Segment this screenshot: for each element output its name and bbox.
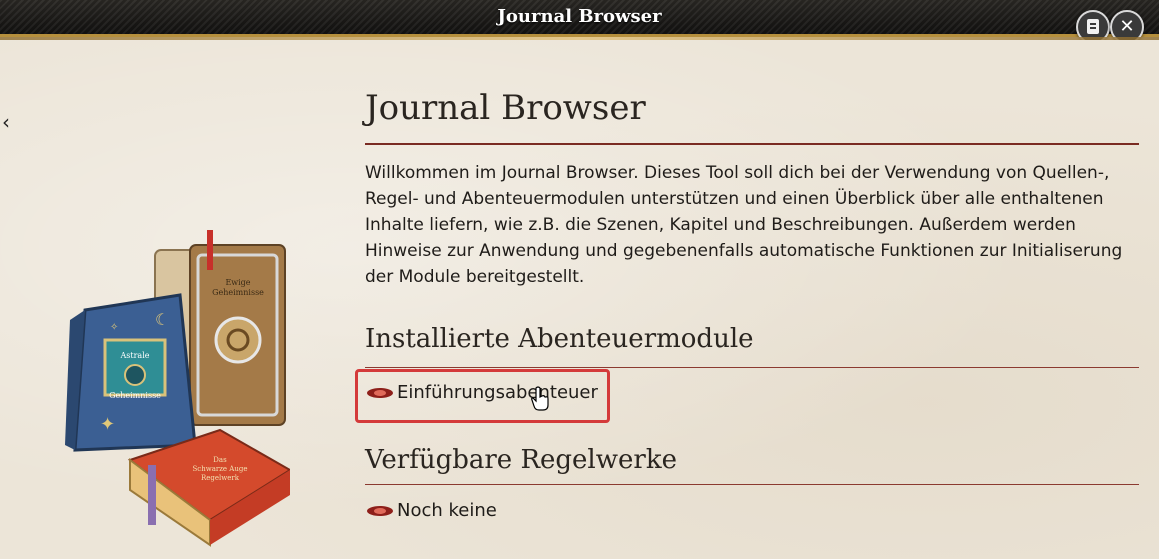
eye-icon — [367, 505, 393, 516]
svg-text:Das: Das — [213, 456, 227, 464]
close-icon[interactable]: ✕ — [1110, 10, 1144, 44]
chevron-left-icon[interactable]: ‹ — [2, 110, 10, 134]
rulebook-label: Noch keine — [397, 500, 497, 521]
svg-text:Ewige: Ewige — [225, 278, 250, 287]
svg-text:✧: ✧ — [110, 322, 118, 333]
blue-book-icon: Astrale Geheimnisse ✦ ☾ ✧ — [65, 293, 197, 452]
journal-content: ‹ Ewige Geheimnisse Astrale Geheimnisse … — [0, 40, 1159, 559]
adventures-divider — [365, 367, 1139, 368]
hand-cursor-icon — [531, 386, 549, 411]
svg-text:☾: ☾ — [155, 310, 169, 329]
selection-highlight — [355, 369, 610, 423]
title-divider — [365, 143, 1139, 145]
books-illustration: Ewige Geheimnisse Astrale Geheimnisse ✦ … — [65, 230, 290, 547]
svg-text:Astrale: Astrale — [120, 351, 150, 360]
intro-text: Willkommen im Journal Browser. Dieses To… — [365, 163, 1123, 287]
svg-text:Geheimnisse: Geheimnisse — [212, 288, 264, 297]
svg-text:Regelwerk: Regelwerk — [201, 474, 240, 482]
page-title: Journal Browser — [365, 88, 646, 128]
window-title: Journal Browser — [497, 6, 662, 27]
window-titlebar[interactable]: Journal Browser ✕ — [0, 0, 1159, 44]
rulebooks-heading: Verfügbare Regelwerke — [365, 445, 677, 475]
svg-text:Schwarze Auge: Schwarze Auge — [193, 465, 248, 473]
adventures-heading: Installierte Abenteuermodule — [365, 324, 754, 354]
svg-text:Geheimnisse: Geheimnisse — [109, 391, 161, 400]
rulebooks-divider — [365, 484, 1139, 485]
book-icon[interactable] — [1076, 10, 1110, 44]
svg-text:✦: ✦ — [100, 414, 115, 435]
rulebook-item: Noch keine — [366, 500, 497, 521]
